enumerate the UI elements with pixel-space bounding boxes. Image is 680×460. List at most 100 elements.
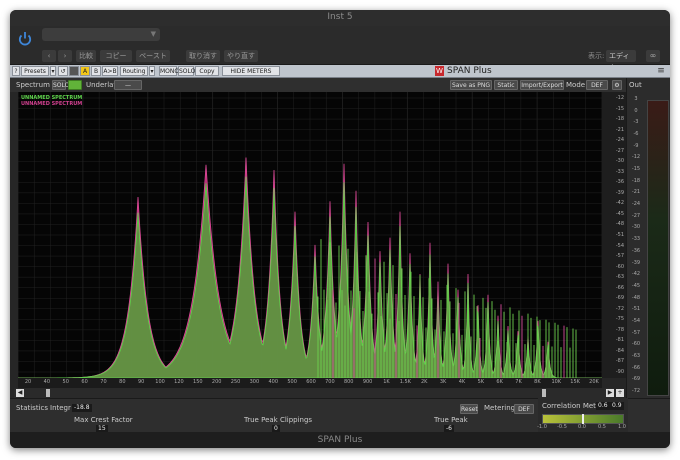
next-preset-button[interactable]: ›: [58, 50, 72, 62]
output-level-meter: [647, 100, 669, 396]
correlation-scale-label: 1.0: [618, 424, 626, 430]
presets-menu-icon[interactable]: ▾: [50, 66, 56, 76]
out-scale-label: -18: [631, 177, 641, 184]
freq-label: 3K: [439, 379, 447, 385]
horizontal-scrollbar[interactable]: ◀ ▶: [14, 388, 614, 398]
solo-button[interactable]: SOLO: [178, 66, 195, 76]
redo-button[interactable]: やり直す: [224, 50, 258, 62]
freq-label: 80: [119, 379, 126, 385]
correlation-scale-label: -0.5: [557, 424, 567, 430]
undo-icon[interactable]: [69, 66, 79, 76]
undo-button[interactable]: 取り消す: [186, 50, 220, 62]
spectrum-graph: [17, 92, 603, 379]
voxengo-logo: W: [435, 66, 444, 76]
freq-label: 15K: [570, 379, 580, 385]
freq-label: 8K: [534, 379, 541, 385]
max-crest-label: Max Crest Factor: [74, 416, 133, 424]
freq-label: 20: [24, 379, 32, 385]
db-scale-label: -12: [615, 95, 624, 101]
out-scale-label: 3: [634, 96, 638, 102]
static-button[interactable]: Static: [494, 80, 518, 90]
db-scale-label: -51: [615, 232, 624, 238]
freq-label: 100: [155, 379, 165, 385]
freq-label: 20K: [589, 379, 599, 385]
spectrum-label: Spectrum: [16, 81, 50, 89]
b-button[interactable]: B: [91, 66, 101, 76]
brand-name: SPAN Plus: [447, 66, 492, 76]
db-scale-label: -90: [615, 369, 624, 375]
db-scale-label: -63: [615, 274, 624, 281]
routing-button[interactable]: Routing: [120, 66, 148, 76]
db-scale-label: -21: [615, 126, 624, 133]
presets-button[interactable]: Presets: [21, 66, 49, 76]
plugin-toolbar: ? Presets ▾ ↺ A B A>B Routing ▾ MONO SOL…: [10, 65, 670, 85]
out-scale-label: -66: [631, 364, 641, 371]
scroll-left-icon[interactable]: ◀: [16, 389, 24, 397]
out-scale-label: -69: [631, 376, 641, 383]
db-scale-label: -87: [615, 358, 624, 365]
hide-meters-button[interactable]: HIDE METERS AND STATS: [222, 66, 280, 85]
scroll-right-icon[interactable]: ▶: [606, 389, 614, 397]
db-scale-label: -27: [615, 147, 624, 154]
out-scale: 3 0 -3 -6 -9 -12 -15 -18 -21 -24 -27 -30 -33 -36 -39 -4…: [629, 92, 643, 394]
out-label: Out: [629, 81, 642, 89]
mono-button[interactable]: MONO: [159, 66, 179, 76]
save-png-button[interactable]: Save as PNG: [450, 80, 492, 90]
db-scale-label: -69: [615, 295, 624, 302]
spectrum-display[interactable]: UNNAMED SPECTRUM UNNAMED SPECTRUM: [17, 92, 603, 379]
freq-label: 40: [43, 379, 51, 385]
link-icon[interactable]: ∞: [646, 50, 660, 62]
freq-label: 120: [174, 379, 184, 385]
preset-select[interactable]: ▼: [42, 28, 160, 41]
out-scale-label: -72: [631, 388, 641, 394]
scroll-thumb-left[interactable]: [46, 389, 50, 397]
out-scale-label: -48: [631, 294, 641, 301]
out-scale-label: -9: [633, 142, 639, 149]
spectrum-toggle-button[interactable]: [68, 80, 82, 90]
reset-icon[interactable]: ↺: [58, 66, 68, 76]
view-select[interactable]: エディタ: [606, 50, 636, 72]
help-button[interactable]: ?: [12, 66, 20, 76]
db-scale-label: -39: [615, 189, 624, 196]
legend-item-pink: UNNAMED SPECTRUM: [21, 101, 83, 107]
correlation-scale-label: -1.0: [537, 424, 547, 430]
routing-menu-icon[interactable]: ▾: [149, 66, 155, 76]
underlay-label: Underlay: [86, 81, 118, 89]
out-scale-label: -63: [631, 352, 641, 359]
menu-icon[interactable]: ≡: [656, 66, 666, 76]
zoom-in-icon[interactable]: +: [616, 389, 624, 397]
power-icon[interactable]: [16, 30, 34, 48]
paste-button[interactable]: ペースト: [136, 50, 170, 62]
ab-copy-button[interactable]: A>B: [102, 66, 118, 76]
prev-preset-button[interactable]: ‹: [42, 50, 56, 62]
copy-to-button[interactable]: Copy to: [195, 66, 219, 85]
stats-reset-button[interactable]: Reset: [460, 404, 478, 414]
compare-button[interactable]: 比較: [76, 50, 96, 62]
scroll-thumb-right[interactable]: [542, 389, 546, 397]
freq-label: 150: [193, 379, 203, 385]
freq-label: 70: [100, 379, 107, 385]
freq-label: 1.5K: [399, 379, 411, 385]
metering-select[interactable]: DEF: [514, 404, 534, 414]
underlay-select[interactable]: —: [114, 80, 142, 90]
freq-label: 300: [249, 379, 260, 385]
copy-button[interactable]: コピー: [100, 50, 132, 62]
settings-icon[interactable]: ⚙: [612, 80, 622, 90]
view-label: 表示:: [588, 52, 605, 60]
mode-select[interactable]: DEF: [586, 80, 608, 90]
freq-label: 50: [62, 379, 69, 385]
a-button[interactable]: A: [80, 66, 90, 76]
out-scale-label: 0: [634, 107, 638, 114]
out-scale-label: -57: [631, 329, 641, 336]
spectrum-solo-button[interactable]: SOLO: [52, 80, 69, 90]
host-toolbar: ▼ ‹ › 比較 コピー ペースト 取り消す やり直す 表示: エディタ ∞: [10, 26, 670, 72]
db-scale-label: -81: [615, 337, 624, 344]
legend: UNNAMED SPECTRUM UNNAMED SPECTRUM: [21, 95, 82, 107]
correlation-indicator: [582, 414, 584, 424]
correlation-value-2: 0.9: [610, 402, 624, 410]
import-export-button[interactable]: Import/Export: [520, 80, 564, 90]
freq-label: 5K: [477, 379, 485, 385]
integr-value: -18.8: [72, 404, 92, 412]
db-scale-label: -42: [615, 200, 624, 207]
db-scale-label: -18: [615, 116, 624, 123]
